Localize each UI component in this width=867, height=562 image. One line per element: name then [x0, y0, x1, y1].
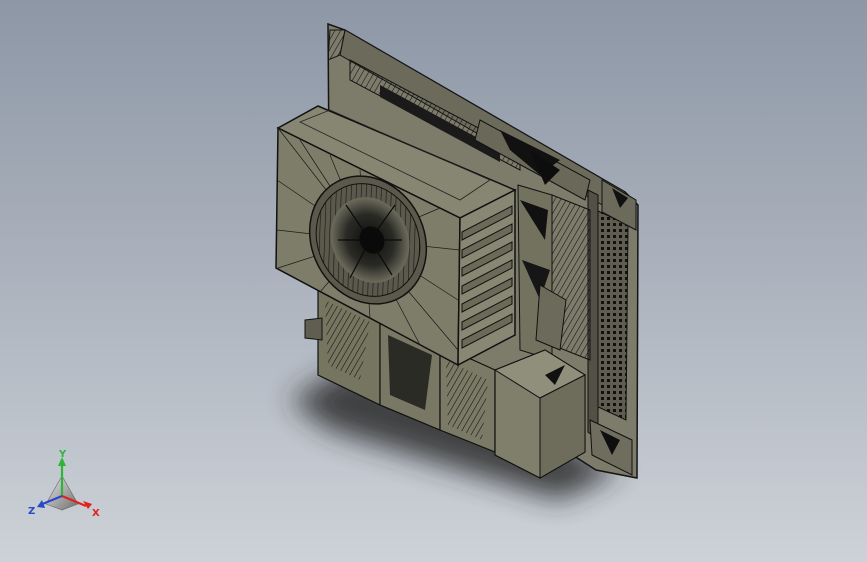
- z-axis-label: Z: [28, 506, 35, 517]
- model-render[interactable]: [0, 0, 867, 562]
- axis-triad[interactable]: Y X Z: [26, 446, 106, 526]
- x-axis-label: X: [92, 508, 100, 519]
- graphics-viewport[interactable]: Y X Z: [0, 0, 867, 562]
- y-axis-label: Y: [58, 449, 67, 460]
